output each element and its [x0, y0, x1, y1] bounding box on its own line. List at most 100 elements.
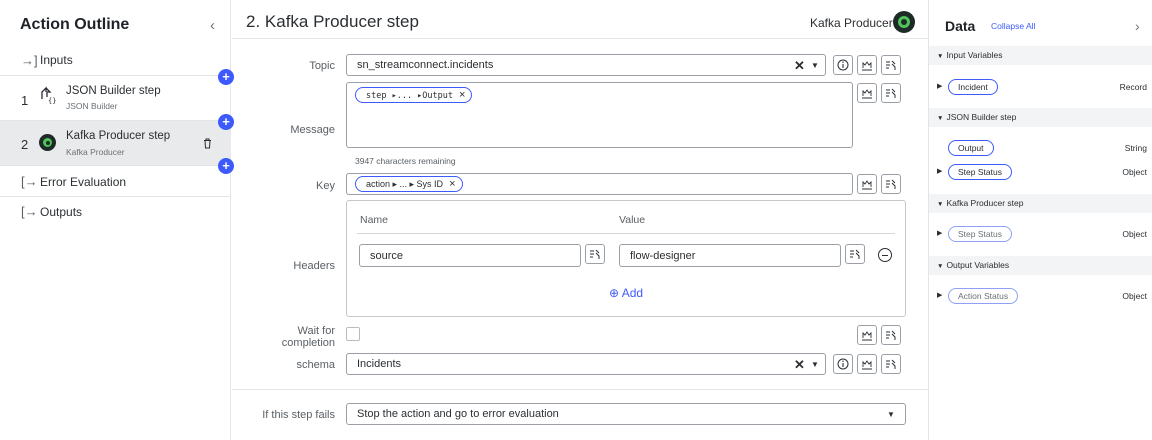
key-pill-text: action ▸ ... ▸ Sys ID — [366, 179, 444, 189]
step-number: 2 — [21, 137, 29, 152]
data-type: Record — [1119, 82, 1147, 92]
section-title: JSON Builder step — [946, 112, 1017, 122]
header-value-value: flow-designer — [630, 250, 696, 262]
wait-for-completion-checkbox[interactable] — [346, 327, 360, 341]
topic-label: Topic — [309, 60, 335, 72]
data-row-output[interactable]: Output String — [929, 138, 1152, 158]
message-textarea[interactable]: step ▸... ▸Output × — [346, 82, 853, 148]
data-pill-picker-button[interactable] — [881, 354, 901, 374]
if-step-fails-select[interactable]: Stop the action and go to error evaluati… — [346, 403, 906, 425]
data-pill-picker-button[interactable] — [881, 325, 901, 345]
data-pill-picker-button[interactable] — [881, 174, 901, 194]
schema-select[interactable]: Incidents ✕ ▼ — [346, 353, 826, 375]
data-pill[interactable]: Output — [948, 140, 994, 156]
json-builder-icon: {} — [38, 85, 58, 110]
data-title: Data — [945, 18, 976, 34]
chevron-down-icon[interactable]: ▼ — [887, 410, 895, 419]
add-header-button[interactable]: ⊕ Add — [609, 286, 643, 300]
message-label: Message — [290, 124, 335, 136]
section-kafka-producer-step[interactable]: ▼ Kafka Producer step — [929, 194, 1152, 213]
data-row-incident[interactable]: ▶ Incident Record — [929, 77, 1152, 97]
schema-label: schema — [296, 359, 335, 371]
if-step-fails-value: Stop the action and go to error evaluati… — [357, 408, 559, 420]
collapse-outline-button[interactable]: ‹ — [210, 17, 215, 34]
remove-pill-icon[interactable]: × — [459, 89, 465, 101]
delete-step-icon[interactable] — [203, 136, 212, 154]
section-title: Output Variables — [946, 260, 1010, 270]
outline-error-evaluation[interactable]: [→ Error Evaluation — [0, 166, 231, 197]
data-row-action-status[interactable]: ▶ Action Status Object — [929, 286, 1152, 306]
outline-inputs[interactable]: →] Inputs — [0, 44, 231, 76]
key-input[interactable]: action ▸ ... ▸ Sys ID × — [346, 173, 853, 195]
header-divider — [232, 38, 928, 39]
data-row-step-status[interactable]: ▶ Step Status Object — [929, 162, 1152, 182]
data-pill-picker-button[interactable] — [881, 83, 901, 103]
caret-right-icon[interactable]: ▶ — [937, 291, 942, 299]
header-name-value: source — [370, 250, 404, 262]
info-button[interactable] — [833, 354, 853, 374]
wait-for-completion-label: Wait for completion — [235, 325, 335, 349]
script-toggle-button[interactable] — [857, 174, 877, 194]
script-toggle-button[interactable] — [857, 354, 877, 374]
headers-value-column: Value — [619, 214, 646, 226]
footer-divider — [232, 389, 928, 390]
clear-topic-icon[interactable]: ✕ — [794, 58, 805, 74]
outline-error-label: Error Evaluation — [40, 175, 127, 189]
caret-down-icon: ▼ — [937, 53, 944, 60]
chevron-down-icon[interactable]: ▼ — [811, 360, 819, 369]
add-step-button-1[interactable]: + — [218, 69, 234, 85]
message-data-pill[interactable]: step ▸... ▸Output × — [355, 87, 473, 103]
data-pill[interactable]: Action Status — [948, 288, 1019, 304]
app: Action Outline ‹ →] Inputs + 1 {} JSON B… — [0, 0, 1152, 440]
error-arrow-icon: [→ — [21, 174, 38, 189]
topic-select[interactable]: sn_streamconnect.incidents ✕ ▼ — [346, 54, 826, 76]
script-toggle-button[interactable] — [857, 55, 877, 75]
data-pill-picker-button[interactable] — [585, 244, 605, 264]
clear-schema-icon[interactable]: ✕ — [794, 357, 805, 373]
outline-step-2[interactable]: 2 Kafka Producer step Kafka Producer — [0, 121, 231, 166]
data-pill-picker-button[interactable] — [881, 55, 901, 75]
header-name-input[interactable]: source — [359, 244, 581, 267]
section-output-variables[interactable]: ▼ Output Variables — [929, 256, 1152, 275]
section-json-builder-step[interactable]: ▼ JSON Builder step — [929, 108, 1152, 127]
data-pill-picker-button[interactable] — [845, 244, 865, 264]
headers-table: Name Value source flow-designer ⊕ Add — [346, 200, 906, 317]
data-type: Object — [1122, 229, 1147, 239]
header-value-input[interactable]: flow-designer — [619, 244, 841, 267]
add-step-button-2[interactable]: + — [218, 114, 234, 130]
topic-value: sn_streamconnect.incidents — [357, 59, 494, 71]
if-step-fails-label: If this step fails — [262, 409, 335, 421]
script-toggle-button[interactable] — [857, 83, 877, 103]
add-step-button-3[interactable]: + — [218, 158, 234, 174]
caret-right-icon[interactable]: ▶ — [937, 229, 942, 237]
headers-name-column: Name — [360, 214, 389, 226]
step-subtitle: JSON Builder — [66, 101, 118, 111]
schema-value: Incidents — [357, 358, 402, 370]
section-input-variables[interactable]: ▼ Input Variables — [929, 46, 1152, 65]
data-type: Object — [1122, 291, 1147, 301]
step-title: JSON Builder step — [66, 85, 161, 97]
remove-pill-icon[interactable]: × — [449, 178, 455, 190]
caret-down-icon: ▼ — [937, 115, 944, 122]
remove-header-icon[interactable] — [878, 248, 892, 262]
collapse-data-pane-button[interactable]: › — [1135, 18, 1140, 34]
headers-divider — [357, 233, 895, 234]
script-toggle-button[interactable] — [857, 325, 877, 345]
key-data-pill[interactable]: action ▸ ... ▸ Sys ID × — [355, 176, 463, 192]
data-pill[interactable]: Step Status — [948, 164, 1012, 180]
outline-inputs-label: Inputs — [40, 53, 73, 67]
caret-right-icon[interactable]: ▶ — [937, 82, 942, 90]
caret-right-icon[interactable]: ▶ — [937, 167, 942, 175]
step-type-label: Kafka Producer — [810, 16, 893, 30]
message-pill-text: step ▸... ▸Output — [366, 91, 453, 101]
key-label: Key — [316, 180, 335, 192]
outline-outputs[interactable]: [→ Outputs — [0, 197, 231, 225]
chevron-down-icon[interactable]: ▼ — [811, 61, 819, 70]
info-button[interactable] — [833, 55, 853, 75]
data-pill[interactable]: Incident — [948, 79, 998, 95]
data-row-step-status[interactable]: ▶ Step Status Object — [929, 224, 1152, 244]
kafka-logo-icon — [893, 11, 915, 33]
outline-step-1[interactable]: 1 {} JSON Builder step JSON Builder — [0, 77, 231, 121]
data-pill[interactable]: Step Status — [948, 226, 1012, 242]
collapse-all-link[interactable]: Collapse All — [991, 21, 1035, 31]
